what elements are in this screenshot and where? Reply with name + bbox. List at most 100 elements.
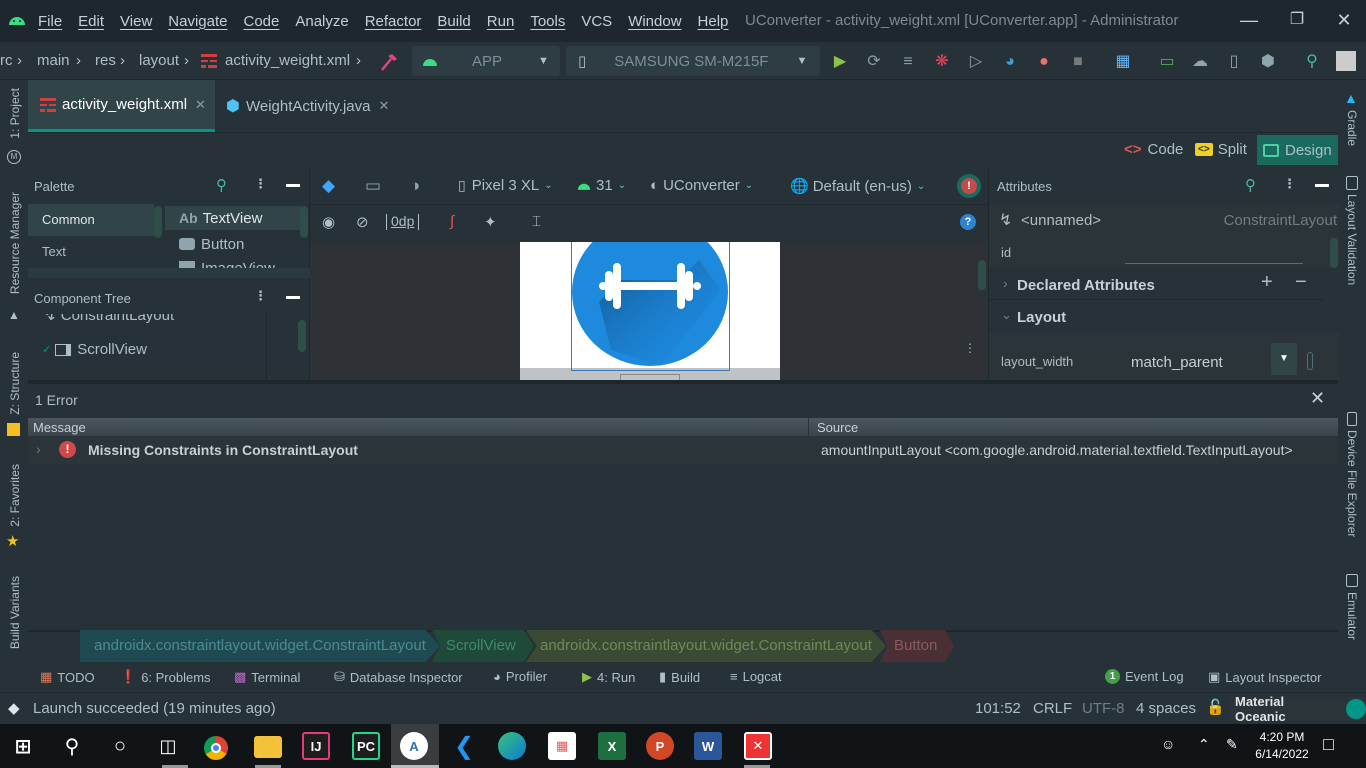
lock-icon[interactable]: 🔓 bbox=[1206, 698, 1225, 716]
run-configuration-dropdown[interactable]: APP ▼ bbox=[412, 46, 560, 76]
menu-edit[interactable]: Edit bbox=[78, 13, 104, 30]
layout-width-value[interactable]: match_parent bbox=[1131, 354, 1223, 371]
attach-debugger-icon[interactable]: ▷ bbox=[966, 52, 986, 72]
palette-category-common[interactable]: Common bbox=[28, 204, 154, 236]
apply-changes-icon[interactable]: ⟳ bbox=[864, 52, 884, 72]
tool-window-gradle[interactable]: Gradle bbox=[1345, 110, 1359, 146]
menu-refactor[interactable]: Refactor bbox=[365, 13, 422, 30]
search-button[interactable]: ⚲ bbox=[58, 732, 86, 760]
menu-window[interactable]: Window bbox=[628, 13, 681, 30]
resource-picker[interactable] bbox=[1307, 352, 1313, 370]
gradle-sync-icon[interactable]: ☁ bbox=[1190, 52, 1210, 72]
file-encoding[interactable]: UTF-8 bbox=[1082, 700, 1125, 717]
menu-navigate[interactable]: Navigate bbox=[168, 13, 227, 30]
run-button[interactable]: ▶ 4: Run bbox=[582, 669, 635, 685]
chevron-right-icon[interactable]: › bbox=[36, 441, 41, 457]
minimize-panel-icon[interactable] bbox=[286, 296, 300, 299]
section-declared-attributes[interactable]: › Declared Attributes + − bbox=[989, 268, 1323, 300]
tool-window-layout-validation[interactable]: Layout Validation bbox=[1345, 194, 1359, 285]
autoconnect-icon[interactable]: ⊘ bbox=[356, 213, 369, 231]
column-message[interactable]: Message bbox=[33, 420, 86, 435]
breadcrumb-layout[interactable]: layout bbox=[139, 52, 179, 69]
plug-icon[interactable]: ● bbox=[1034, 52, 1054, 72]
close-tab-icon[interactable]: ✕ bbox=[195, 97, 206, 113]
terminal-icon[interactable]: ▭ bbox=[1157, 52, 1177, 72]
android-studio-app[interactable]: A bbox=[400, 732, 428, 760]
menu-vcs[interactable]: VCS bbox=[581, 13, 612, 30]
breadcrumb-constraintlayout-child[interactable]: androidx.constraintlayout.widget.Constra… bbox=[526, 630, 886, 662]
chrome-app[interactable] bbox=[204, 736, 228, 760]
tab-activity-weight-xml[interactable]: activity_weight.xml ✕ bbox=[28, 80, 215, 132]
layout-width-dropdown[interactable]: ▼ bbox=[1271, 343, 1297, 375]
night-mode-icon[interactable]: ◑ bbox=[410, 176, 420, 196]
design-scrollbar[interactable] bbox=[978, 260, 986, 290]
layout-grid-icon[interactable]: ▦ bbox=[1113, 52, 1133, 72]
category-scrollbar[interactable] bbox=[154, 206, 162, 238]
problem-row[interactable]: › ! Missing Constraints in ConstraintLay… bbox=[28, 436, 1338, 464]
tab-weight-activity-java[interactable]: ⬢ WeightActivity.java ✕ bbox=[226, 80, 406, 132]
menu-tools[interactable]: Tools bbox=[530, 13, 565, 30]
file-explorer-app[interactable] bbox=[254, 736, 282, 758]
show-hidden-icons[interactable]: ⌃ bbox=[1198, 736, 1210, 753]
design-mode-button[interactable]: Design bbox=[1257, 135, 1338, 165]
layout-inspector-button[interactable]: ▣ Layout Inspector bbox=[1208, 669, 1321, 685]
phone-preview[interactable] bbox=[520, 242, 780, 380]
theme-indicator[interactable]: Material Oceanic bbox=[1229, 694, 1366, 724]
more-options-icon[interactable]: ⋮ bbox=[1283, 176, 1296, 192]
status-message[interactable]: Launch succeeded (19 minutes ago) bbox=[33, 700, 276, 717]
menu-help[interactable]: Help bbox=[698, 13, 729, 30]
intellij-app[interactable]: IJ bbox=[302, 732, 330, 760]
panel-splitter[interactable] bbox=[28, 380, 1338, 384]
debug-icon[interactable]: ❋ bbox=[932, 52, 952, 72]
menu-build[interactable]: Build bbox=[437, 13, 470, 30]
code-mode-button[interactable]: <> Code bbox=[1124, 141, 1183, 158]
close-panel-icon[interactable]: ✕ bbox=[1310, 388, 1325, 409]
remove-attribute-icon[interactable]: − bbox=[1295, 271, 1307, 294]
logcat-button[interactable]: ≡ Logcat bbox=[730, 669, 782, 684]
breadcrumb-res[interactable]: res bbox=[95, 52, 116, 69]
help-icon[interactable]: ? bbox=[960, 214, 976, 230]
close-window-button[interactable]: ✕ bbox=[1329, 6, 1359, 34]
tool-window-build-variants[interactable]: Build Variants bbox=[8, 576, 22, 649]
panel-divider[interactable] bbox=[28, 268, 310, 278]
menu-run[interactable]: Run bbox=[487, 13, 515, 30]
column-source[interactable]: Source bbox=[817, 420, 858, 435]
tool-window-emulator[interactable]: Emulator bbox=[1345, 592, 1359, 640]
vscode-app[interactable]: ❮ bbox=[450, 732, 478, 760]
device-selector[interactable]: ▯ Pixel 3 XL ⌄ bbox=[458, 177, 553, 194]
guidelines-icon[interactable]: ⌶ bbox=[532, 213, 541, 230]
tool-window-project[interactable]: 1: Project bbox=[8, 88, 22, 139]
split-mode-button[interactable]: <> Split bbox=[1195, 141, 1247, 158]
minimize-panel-icon[interactable] bbox=[286, 184, 300, 187]
breadcrumb-scrollview[interactable]: ScrollView bbox=[432, 630, 534, 662]
more-options-icon[interactable]: ⋮ bbox=[254, 288, 267, 304]
search-icon[interactable]: ⚲ bbox=[216, 176, 227, 194]
pycharm-app[interactable]: PC bbox=[352, 732, 380, 760]
profiler-button[interactable]: ◕ Profiler bbox=[493, 669, 547, 684]
widget-scrollbar[interactable] bbox=[300, 206, 308, 238]
cortana-button[interactable]: ○ bbox=[106, 732, 134, 760]
notifications-icon[interactable]: □ bbox=[1323, 734, 1334, 755]
device-dropdown[interactable]: ▯ SAMSUNG SM-M215F ▼ bbox=[566, 46, 820, 76]
avd-manager-icon[interactable]: ▯ bbox=[1224, 52, 1244, 72]
issues-button[interactable]: ! bbox=[957, 174, 981, 198]
id-input[interactable] bbox=[1125, 263, 1303, 264]
breadcrumb-constraintlayout-root[interactable]: androidx.constraintlayout.widget.Constra… bbox=[80, 630, 440, 662]
search-icon[interactable]: ⚲ bbox=[1302, 52, 1322, 72]
profile-icon[interactable]: ◕ bbox=[1000, 52, 1020, 72]
breadcrumb-src[interactable]: rc bbox=[0, 52, 13, 69]
search-icon[interactable]: ⚲ bbox=[1245, 176, 1256, 194]
theme-selector[interactable]: ◐ UConverter ⌄ bbox=[650, 177, 753, 194]
pen-icon[interactable]: ✎ bbox=[1226, 736, 1238, 753]
menu-view[interactable]: View bbox=[120, 13, 152, 30]
store-app[interactable]: ▦ bbox=[548, 732, 576, 760]
indent-setting[interactable]: 4 spaces bbox=[1136, 700, 1196, 717]
problems-button[interactable]: ❗ 6: Problems bbox=[120, 669, 211, 685]
add-attribute-icon[interactable]: + bbox=[1261, 271, 1273, 294]
infer-constraints-icon[interactable]: ✦ bbox=[484, 213, 497, 231]
todo-button[interactable]: ▦ TODO bbox=[40, 669, 95, 685]
menu-analyze[interactable]: Analyze bbox=[295, 13, 348, 30]
sdk-manager-icon[interactable]: ⬢ bbox=[1258, 52, 1278, 72]
avatar[interactable] bbox=[1336, 51, 1356, 71]
breadcrumb-button[interactable]: Button bbox=[880, 630, 954, 662]
